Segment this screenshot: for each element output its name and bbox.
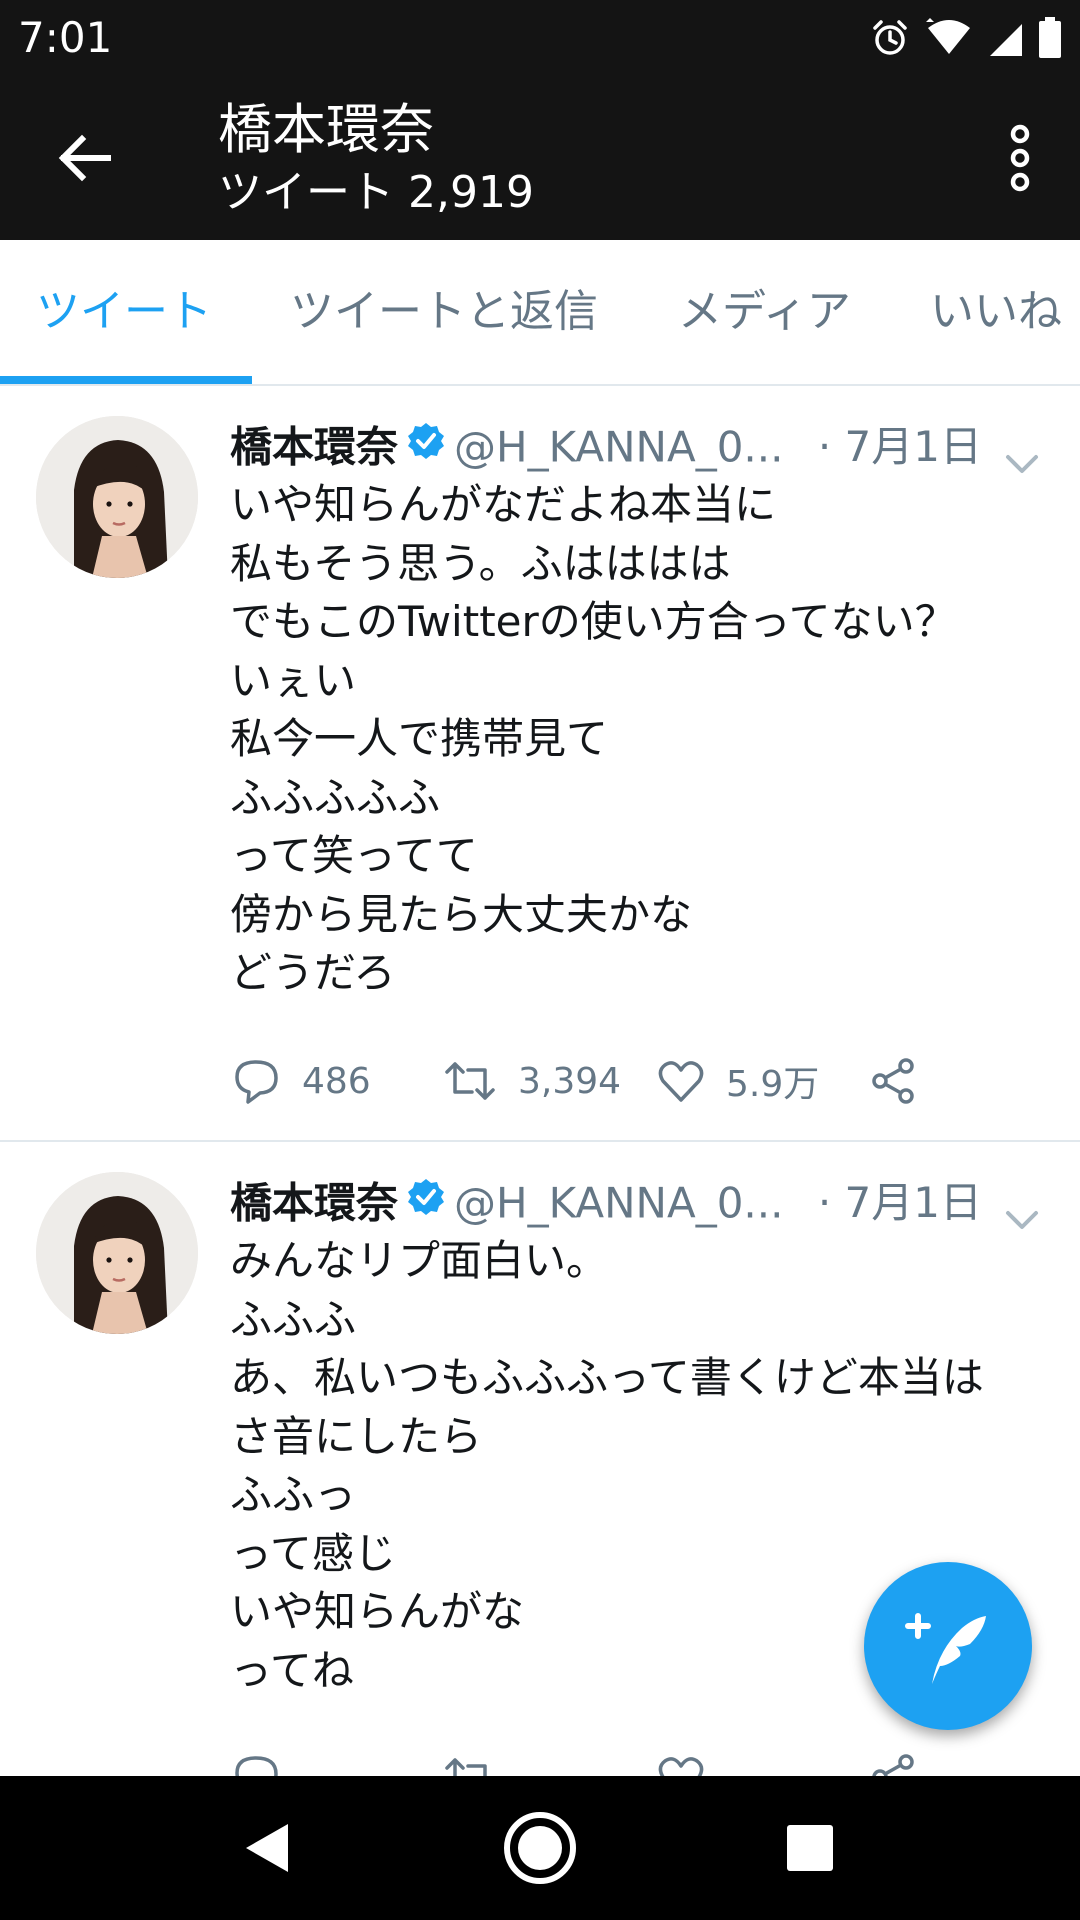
tab-tweets-and-replies[interactable]: ツイートと返信 <box>290 240 598 384</box>
reply-icon <box>235 1060 278 1104</box>
tweet-line: 傍から見たら大丈夫かな <box>230 889 693 939</box>
alarm-icon <box>870 18 910 58</box>
author-handle[interactable]: @H_KANNA_0... <box>454 1179 783 1228</box>
tweet-count: ツイート 2,919 <box>218 167 534 218</box>
tweet-line: でもこのTwitterの使い方合ってない？ <box>230 597 957 646</box>
tab-likes[interactable]: いいね <box>930 240 1062 384</box>
tweet-actions: 486 3,394 5.9万 <box>232 1046 1052 1116</box>
tweet-line: って笑ってて <box>230 831 478 880</box>
like-button[interactable]: 5.9万 <box>656 1046 819 1116</box>
like-count: 5.9万 <box>726 1064 820 1105</box>
tweet-text: いや知らんがなだよね本当に 私もそう思う。ふはははは でもこのTwitterの使… <box>230 476 1060 1003</box>
tweet-line: さ音にしたら <box>230 1411 483 1461</box>
verified-badge-icon <box>406 414 446 480</box>
tweet-line: みんなリプ面白い。 <box>230 1236 609 1285</box>
like-icon <box>658 1061 704 1102</box>
tweet-line: どうだろ <box>230 948 396 997</box>
verified-badge-icon <box>406 1170 446 1236</box>
avatar[interactable] <box>36 416 198 578</box>
reply-count: 486 <box>302 1060 371 1102</box>
profile-tabs: ツイート ツイートと返信 メディア いいね <box>0 240 1080 386</box>
system-nav-bar <box>0 1776 1080 1920</box>
nav-back-icon[interactable] <box>226 1808 306 1888</box>
tweet-header: 橋本環奈 @H_KANNA_0... · 7月1日 <box>230 1170 1040 1236</box>
cell-signal-icon <box>988 18 1024 58</box>
retweet-icon <box>445 1062 495 1100</box>
tweet-line: ふふふふふ <box>230 772 441 822</box>
back-arrow-icon[interactable] <box>52 126 116 190</box>
tweet-line: いや知らんがなだよね本当に <box>230 480 777 529</box>
author-handle[interactable]: @H_KANNA_0... <box>454 423 783 472</box>
tab-tweets[interactable]: ツイート <box>36 240 212 384</box>
tweet[interactable]: 橋本環奈 @H_KANNA_0... · 7月1日 いや知らんがなだよね本当に 私… <box>0 386 1080 1142</box>
compose-tweet-button[interactable] <box>864 1562 1032 1730</box>
app-bar: 橋本環奈 ツイート 2,919 <box>0 76 1080 240</box>
tweet-date[interactable]: · 7月1日 <box>818 414 982 480</box>
tweet-line: ふふっ <box>230 1470 357 1519</box>
tweet-line: いぇい <box>230 655 357 705</box>
status-time: 7:01 <box>18 13 113 62</box>
status-bar: 7:01 <box>0 0 1080 76</box>
tweet-line: あ、私いつもふふふって書くけど本当は <box>230 1353 984 1402</box>
tab-active-indicator <box>0 376 252 384</box>
author-name[interactable]: 橋本環奈 <box>230 1179 398 1228</box>
tweet-line: 私もそう思う。ふはははは <box>230 538 731 588</box>
retweet-count: 3,394 <box>518 1060 622 1102</box>
tab-media[interactable]: メディア <box>678 240 851 384</box>
author-name[interactable]: 橋本環奈 <box>230 423 398 472</box>
wifi-icon <box>924 18 974 58</box>
tweet-header: 橋本環奈 @H_KANNA_0... · 7月1日 <box>230 414 1040 480</box>
tweet-line: 私今一人で携帯見て <box>230 714 609 763</box>
chevron-down-icon[interactable] <box>1004 1188 1040 1229</box>
tweet-date[interactable]: · 7月1日 <box>818 1170 982 1236</box>
nav-home-icon[interactable] <box>500 1808 580 1888</box>
avatar[interactable] <box>36 1172 198 1334</box>
chevron-down-icon[interactable] <box>1004 432 1040 473</box>
compose-icon <box>905 1613 986 1684</box>
share-icon <box>872 1058 914 1104</box>
profile-title: 橋本環奈 <box>218 98 434 161</box>
share-button[interactable] <box>868 1046 938 1116</box>
retweet-button[interactable]: 3,394 <box>442 1046 621 1116</box>
tweet-line: ふふふ <box>230 1294 357 1344</box>
battery-icon <box>1038 17 1062 59</box>
nav-recents-icon[interactable] <box>770 1808 850 1888</box>
reply-button[interactable]: 486 <box>232 1046 371 1116</box>
more-vertical-icon[interactable] <box>990 120 1050 196</box>
status-icons <box>870 14 1062 62</box>
